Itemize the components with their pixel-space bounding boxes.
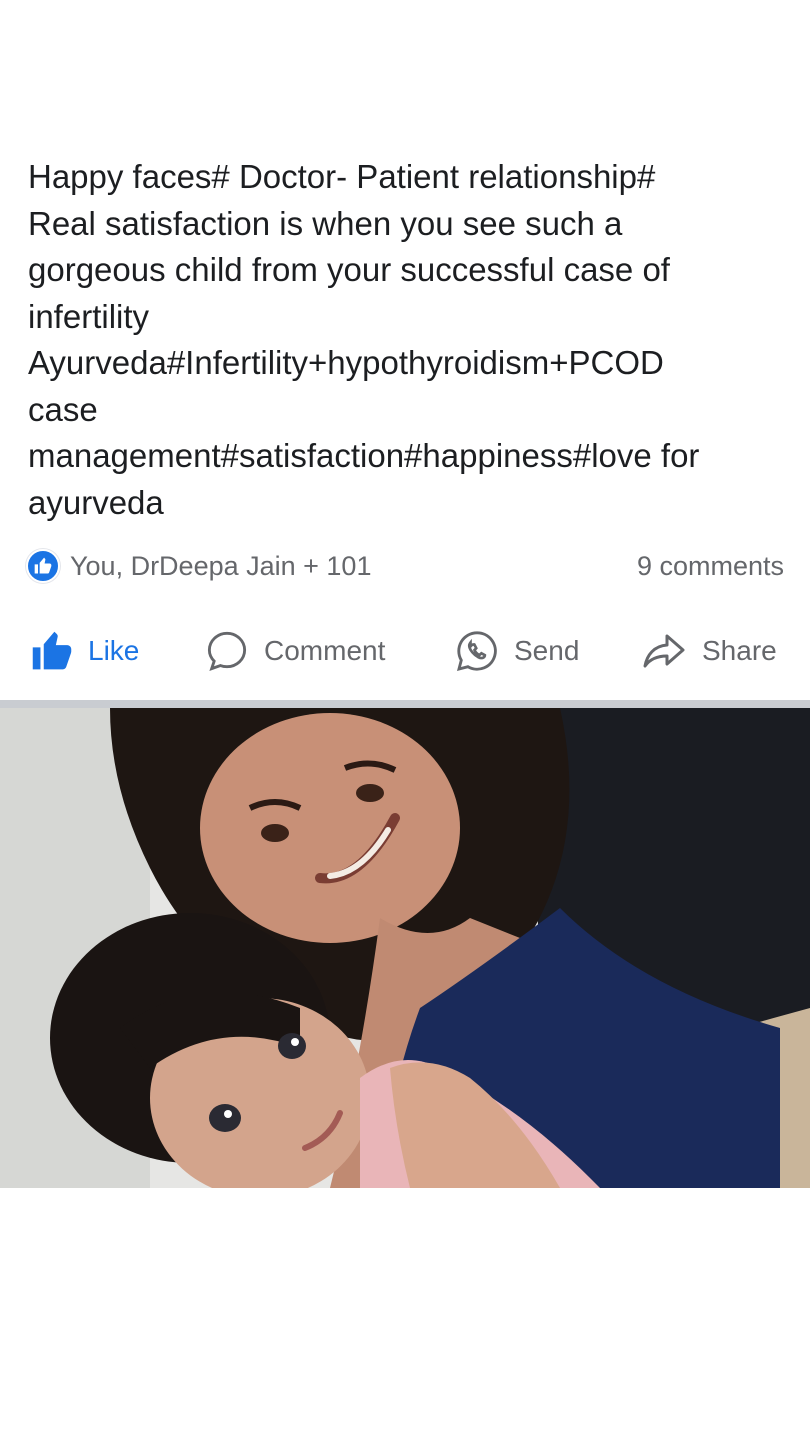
share-arrow-icon [643,634,685,668]
comment-label: Comment [264,635,386,666]
post-text-line: infertility [28,297,150,335]
share-button[interactable]: Share [640,620,777,682]
whatsapp-icon [456,631,497,672]
comment-bubble-icon [207,631,247,671]
comment-button[interactable]: Comment [204,620,385,682]
like-button[interactable]: Like [30,620,139,682]
comments-count-link[interactable]: 9 comments [637,551,784,582]
reactors-text: You, DrDeepa Jain + 101 [70,550,372,581]
post-text-line: Ayurveda#Infertility+hypothyroidism+PCOD [28,344,664,381]
reactors-summary[interactable]: You, DrDeepa Jain + 101 [26,549,371,583]
post-text-line: Happy faces# Doctor- Patient relationshi… [28,158,656,195]
photo-illustration [0,708,810,1188]
reactions-row: You, DrDeepa Jain + 101 9 comments [26,546,784,586]
like-reaction-icon [26,549,60,583]
post-divider [0,700,810,708]
facebook-post-screen: Happy faces# Doctor- Patient relationshi… [0,0,810,1440]
post-text-line: gorgeous child from your successful case… [28,251,670,288]
post-text-line: ayurveda [28,483,164,521]
post-text: Happy faces# Doctor- Patient relationshi… [28,154,798,526]
post-photo[interactable] [0,708,810,1188]
share-label: Share [702,635,777,666]
post-text-line: Real satisfaction is when you see such a [28,204,623,242]
post-action-bar: Like Comment Send Share [0,620,810,682]
post-text-line: case [28,390,98,428]
post-text-line: management#satisfaction#happiness#love f… [28,437,700,474]
like-label: Like [88,635,140,666]
thumbs-up-icon [32,631,72,670]
send-button[interactable]: Send [454,620,579,682]
send-label: Send [514,635,580,666]
